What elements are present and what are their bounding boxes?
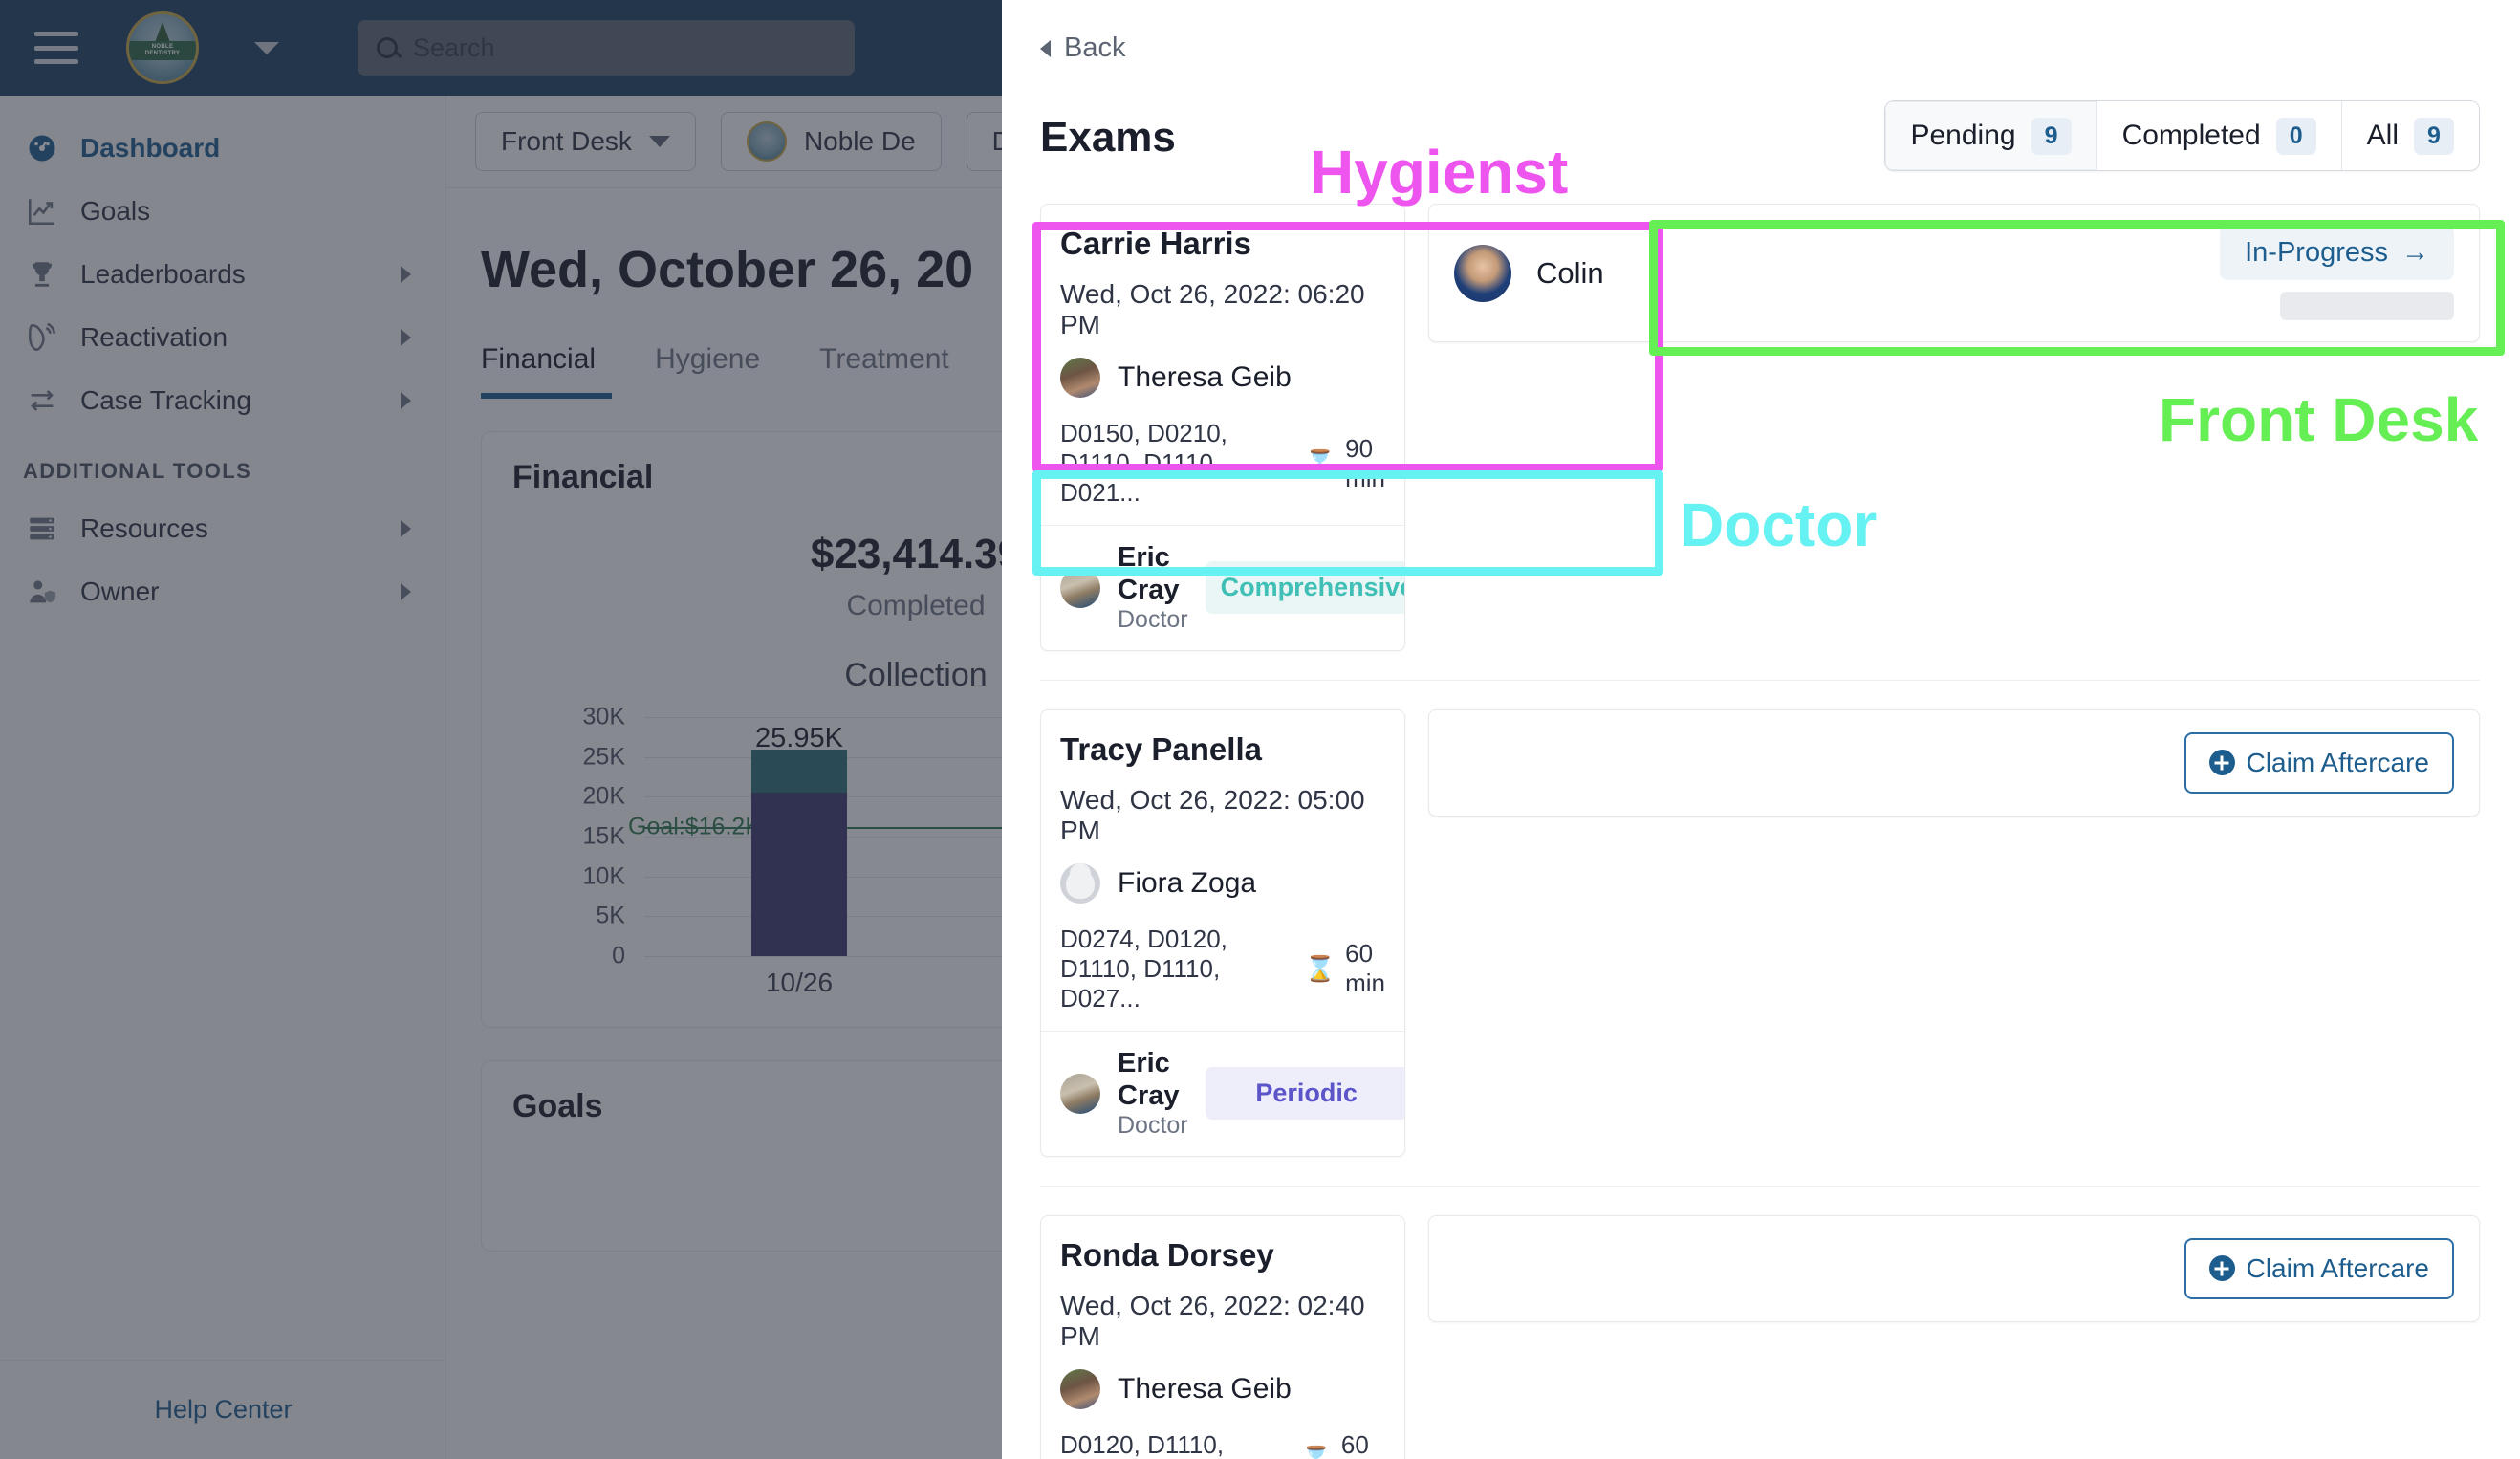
claim-aftercare-label: Claim Aftercare <box>2246 1252 2429 1283</box>
exam-row: Carrie Harris Wed, Oct 26, 2022: 06:20 P… <box>1040 204 2480 651</box>
status-filter-tabs: Pending 9 Completed 0 All 9 <box>1884 100 2480 171</box>
avatar <box>1060 358 1100 398</box>
hourglass-icon: ⌛ <box>1304 953 1336 983</box>
duration-value: 60 min <box>1345 939 1386 998</box>
exam-row: Tracy Panella Wed, Oct 26, 2022: 05:00 P… <box>1040 679 2480 1157</box>
appointment-datetime: Wed, Oct 26, 2022: 02:40 PM <box>1060 1290 1365 1351</box>
tab-label: Completed <box>2121 120 2261 151</box>
doctor-name: Eric Cray <box>1118 542 1180 606</box>
exam-type-badge: Comprehensive <box>1205 561 1404 615</box>
claim-aftercare-button[interactable]: Claim Aftercare <box>2183 731 2454 794</box>
exam-card[interactable]: Tracy Panella Wed, Oct 26, 2022: 05:00 P… <box>1040 708 1405 1157</box>
back-label: Back <box>1064 33 1126 63</box>
procedure-codes: D0274, D0120, D1110, D1110, D027... <box>1060 924 1227 1013</box>
doctor-role: Doctor <box>1118 1112 1188 1140</box>
tab-pending[interactable]: Pending 9 <box>1885 101 2097 170</box>
appointment-datetime: Wed, Oct 26, 2022: 06:20 PM <box>1060 279 1365 339</box>
patient-name: Carrie Harris <box>1060 226 1251 261</box>
claim-aftercare-label: Claim Aftercare <box>2246 747 2429 777</box>
tab-all[interactable]: All 9 <box>2341 101 2479 170</box>
page-title: Exams <box>1040 114 1176 161</box>
appointment-duration: ⌛ 60 min <box>1305 939 1385 998</box>
status-badge: 0 <box>2275 117 2316 155</box>
tab-completed[interactable]: Completed 0 <box>2096 101 2342 170</box>
duration-value: 60 min <box>1340 1429 1369 1459</box>
exam-row: Ronda Dorsey Wed, Oct 26, 2022: 02:40 PM… <box>1040 1185 2480 1459</box>
tab-label: All <box>2366 120 2399 151</box>
exams-panel: Back Exams Pending 9 Completed 0 All 9 C… <box>1002 0 2520 1459</box>
avatar <box>1060 1368 1100 1409</box>
claim-aftercare-button[interactable]: Claim Aftercare <box>2183 1237 2454 1299</box>
hygienist-name: Fiora Zoga <box>1118 866 1257 899</box>
assignment-card[interactable]: Colin In-Progress → <box>1428 204 2480 342</box>
arrow-right-icon: → <box>2401 237 2429 268</box>
avatar <box>1454 244 1511 302</box>
procedure-codes: D0120, D1110, D1110, D0120 <box>1060 1429 1225 1459</box>
patient-name: Tracy Panella <box>1060 730 1262 767</box>
exams-list: Carrie Harris Wed, Oct 26, 2022: 06:20 P… <box>1002 204 2520 1459</box>
appointment-datetime: Wed, Oct 26, 2022: 05:00 PM <box>1060 784 1365 845</box>
duration-value: 90 min <box>1345 433 1386 492</box>
exam-type-badge: Periodic <box>1205 1067 1404 1121</box>
hourglass-icon: ⌛ <box>1304 448 1336 477</box>
progress-placeholder <box>2280 292 2454 320</box>
aftercare-card: Claim Aftercare <box>1428 1214 2480 1322</box>
patient-name: Ronda Dorsey <box>1060 1236 1274 1273</box>
exam-card[interactable]: Ronda Dorsey Wed, Oct 26, 2022: 02:40 PM… <box>1040 1214 1405 1459</box>
back-button[interactable]: Back <box>1002 0 2520 64</box>
doctor-role: Doctor <box>1118 606 1188 634</box>
avatar <box>1060 1073 1100 1114</box>
in-progress-label: In-Progress <box>2245 237 2388 268</box>
procedure-codes: D0150, D0210, D1110, D1110, D021... <box>1060 419 1227 507</box>
plus-circle-icon <box>2208 750 2235 776</box>
doctor-name: Eric Cray <box>1118 1047 1180 1112</box>
exam-card[interactable]: Carrie Harris Wed, Oct 26, 2022: 06:20 P… <box>1040 204 1405 651</box>
exams-header: Exams Pending 9 Completed 0 All 9 <box>1002 64 2520 171</box>
assignee-name: Colin <box>1536 255 1604 290</box>
hourglass-icon: ⌛ <box>1300 1445 1331 1459</box>
status-badge: 9 <box>2414 117 2454 155</box>
tab-label: Pending <box>1910 120 2016 151</box>
hygienist-name: Theresa Geib <box>1118 361 1292 393</box>
aftercare-card: Claim Aftercare <box>1428 708 2480 817</box>
appointment-duration: ⌛ 90 min <box>1305 434 1385 493</box>
screen-root: NOBLE DENTISTRY Search Dashboard <box>0 0 2520 1459</box>
chevron-left-icon <box>1040 39 1051 57</box>
status-badge: 9 <box>2031 117 2072 155</box>
hygienist-name: Theresa Geib <box>1118 1372 1292 1405</box>
plus-circle-icon <box>2208 1255 2235 1282</box>
in-progress-button[interactable]: In-Progress → <box>2220 226 2454 280</box>
avatar <box>1060 862 1100 904</box>
appointment-duration: ⌛ 60 min <box>1300 1430 1385 1459</box>
avatar <box>1060 567 1100 608</box>
